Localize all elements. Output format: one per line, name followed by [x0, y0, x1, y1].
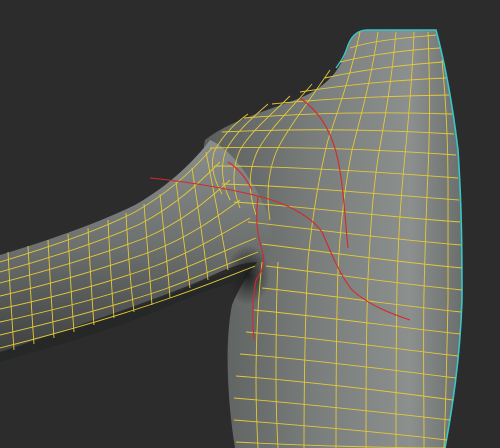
3d-viewport[interactable]	[0, 0, 500, 448]
mesh-render	[0, 0, 500, 448]
